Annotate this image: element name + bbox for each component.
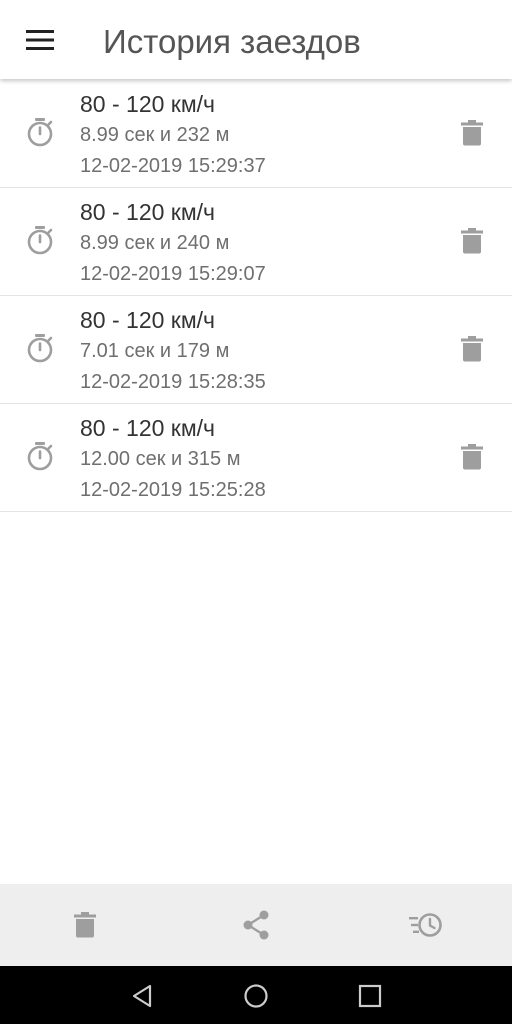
stopwatch-icon xyxy=(27,442,53,471)
delete-run-button[interactable] xyxy=(456,117,488,149)
run-datetime: 12-02-2019 15:29:37 xyxy=(80,155,266,177)
list-item[interactable]: 80 - 120 км/ч 12.00 сек и 315 м 12-02-20… xyxy=(0,404,512,512)
recents-icon xyxy=(358,984,382,1008)
history-icon xyxy=(409,913,442,937)
page-title: История заездов xyxy=(103,23,361,60)
run-result: 8.99 сек и 232 м xyxy=(80,124,230,146)
run-speed-range: 80 - 120 км/ч xyxy=(80,307,216,333)
trash-icon xyxy=(461,444,483,470)
list-item[interactable]: 80 - 120 км/ч 8.99 сек и 232 м 12-02-201… xyxy=(0,80,512,188)
back-icon xyxy=(132,984,152,1008)
stopwatch-icon xyxy=(27,334,53,363)
trash-icon xyxy=(461,120,483,146)
menu-icon xyxy=(26,30,54,50)
app-bar: История заездов xyxy=(0,0,512,79)
trash-icon xyxy=(74,912,96,938)
runs-list: 80 - 120 км/ч 8.99 сек и 232 м 12-02-201… xyxy=(0,80,512,512)
trash-icon xyxy=(461,336,483,362)
recents-button[interactable] xyxy=(350,976,390,1016)
share-icon xyxy=(243,910,269,940)
home-button[interactable] xyxy=(236,976,276,1016)
delete-run-button[interactable] xyxy=(456,441,488,473)
list-item[interactable]: 80 - 120 км/ч 8.99 сек и 240 м 12-02-201… xyxy=(0,188,512,296)
home-icon xyxy=(244,984,268,1008)
stopwatch-icon xyxy=(27,118,53,147)
delete-all-button[interactable] xyxy=(65,905,105,945)
delete-run-button[interactable] xyxy=(456,225,488,257)
run-details: 80 - 120 км/ч 8.99 сек и 232 м 12-02-201… xyxy=(80,88,432,182)
run-datetime: 12-02-2019 15:29:07 xyxy=(80,263,266,285)
run-speed-range: 80 - 120 км/ч xyxy=(80,199,216,225)
run-datetime: 12-02-2019 15:25:28 xyxy=(80,479,266,501)
run-details: 80 - 120 км/ч 7.01 сек и 179 м 12-02-201… xyxy=(80,304,432,398)
trash-icon xyxy=(461,228,483,254)
run-result: 12.00 сек и 315 м xyxy=(80,448,241,470)
share-button[interactable] xyxy=(236,905,276,945)
run-result: 8.99 сек и 240 м xyxy=(80,232,230,254)
menu-button[interactable] xyxy=(14,18,66,62)
run-speed-range: 80 - 120 км/ч xyxy=(80,91,216,117)
list-item[interactable]: 80 - 120 км/ч 7.01 сек и 179 м 12-02-201… xyxy=(0,296,512,404)
system-navigation-bar xyxy=(0,966,512,1024)
history-button[interactable] xyxy=(406,905,446,945)
delete-run-button[interactable] xyxy=(456,333,488,365)
run-details: 80 - 120 км/ч 12.00 сек и 315 м 12-02-20… xyxy=(80,412,432,506)
stopwatch-icon xyxy=(27,226,53,255)
run-datetime: 12-02-2019 15:28:35 xyxy=(80,371,266,393)
bottom-action-bar xyxy=(0,884,512,966)
run-details: 80 - 120 км/ч 8.99 сек и 240 м 12-02-201… xyxy=(80,196,432,290)
run-speed-range: 80 - 120 км/ч xyxy=(80,415,216,441)
run-result: 7.01 сек и 179 м xyxy=(80,340,230,362)
back-button[interactable] xyxy=(122,976,162,1016)
